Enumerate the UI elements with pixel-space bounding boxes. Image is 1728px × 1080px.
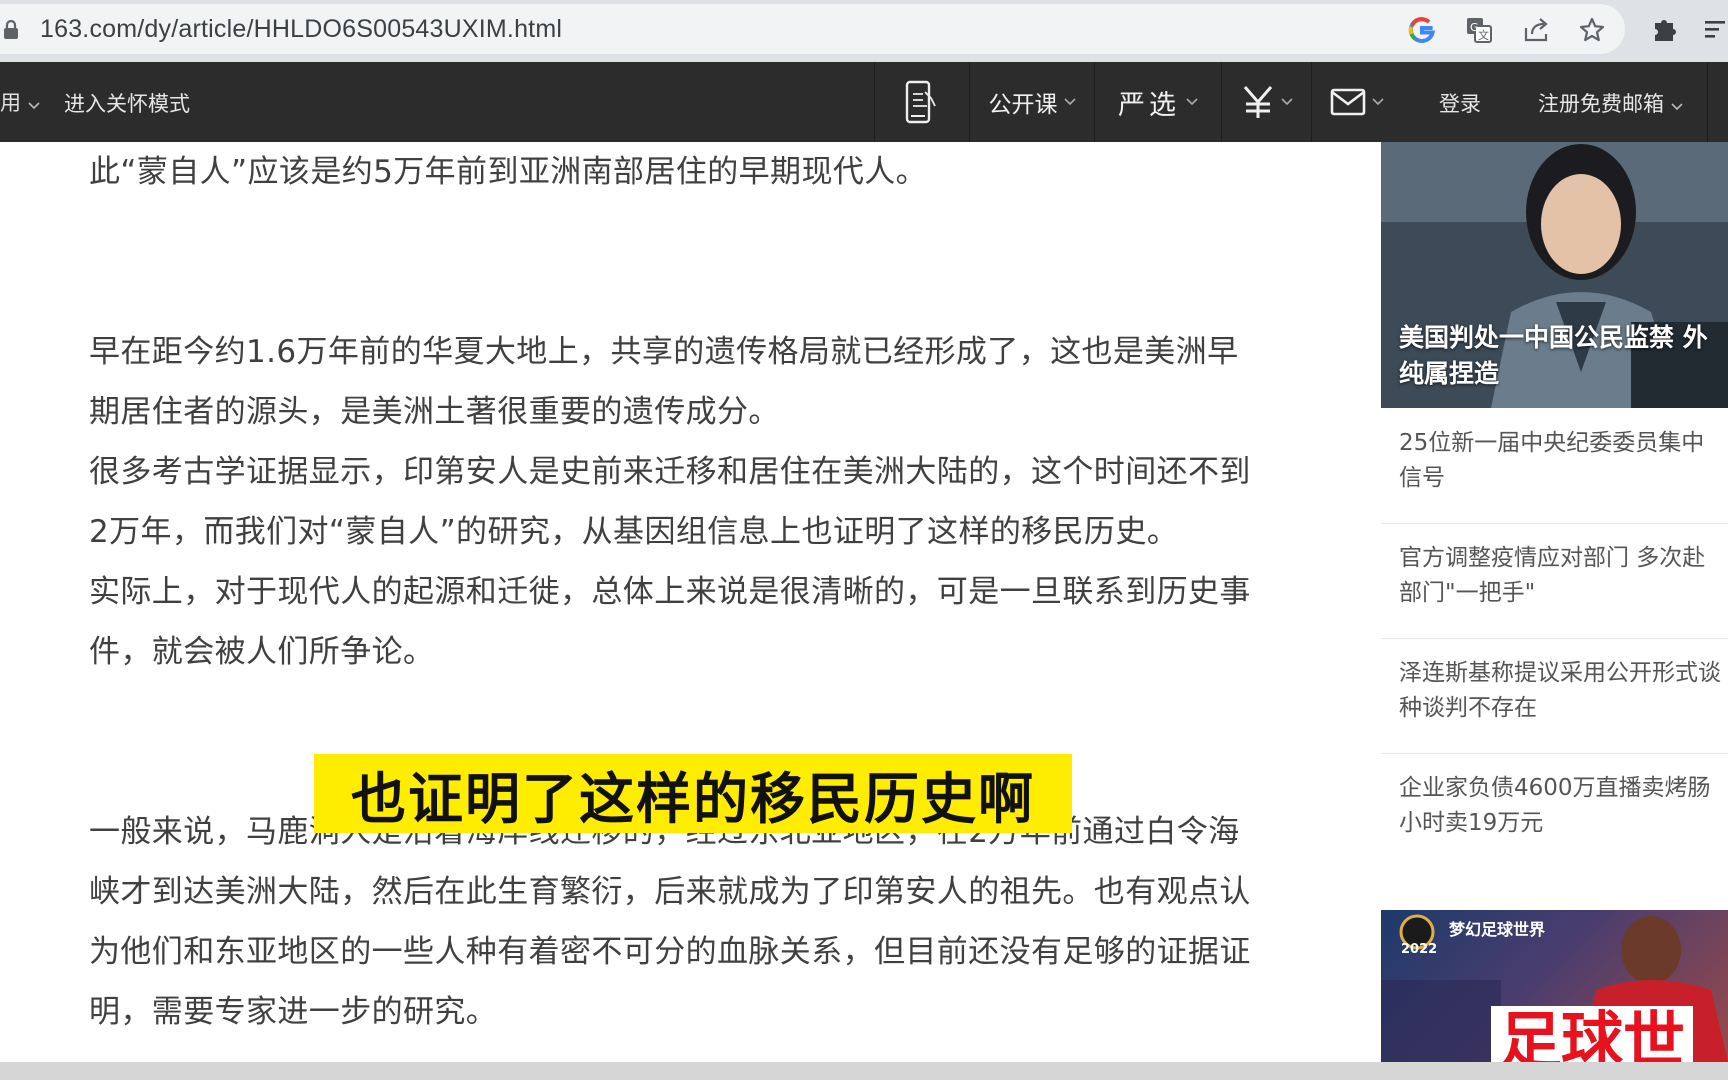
yanxuan-label: 严选 bbox=[1118, 89, 1180, 121]
extensions-puzzle-icon[interactable] bbox=[1648, 12, 1682, 46]
news-item-title: 企业家负债4600万直播卖烤肠 bbox=[1399, 775, 1711, 801]
article-line: 明，需要专家进一步的研究。 bbox=[89, 994, 498, 1030]
register-mail-link[interactable]: 注册免费邮箱 bbox=[1538, 88, 1683, 118]
video-subtitle: 也证明了这样的移民历史啊 bbox=[314, 754, 1072, 833]
browser-toolbar: 163.com/dy/article/HHLDO6S00543UXIM.html… bbox=[0, 0, 1728, 62]
yanxuan-menu[interactable]: 严选 bbox=[1094, 62, 1221, 142]
ad-headline: 足球世 bbox=[1491, 1006, 1694, 1062]
chevron-down-icon bbox=[1280, 98, 1293, 106]
address-bar[interactable]: 163.com/dy/article/HHLDO6S00543UXIM.html… bbox=[0, 4, 1625, 54]
care-mode-link[interactable]: 进入关怀模式 bbox=[64, 88, 190, 118]
mail-menu[interactable] bbox=[1311, 62, 1401, 142]
mail-icon bbox=[1330, 88, 1365, 116]
news-sidebar: 美国判处一中国公民监禁 外 纯属捏造 25位新一届中央纪委委员集中 信号 官方调… bbox=[1381, 142, 1728, 1062]
hero-title-line: 纯属捏造 bbox=[1399, 359, 1500, 388]
chevron-down-icon bbox=[1186, 98, 1198, 106]
ad-badge: 2022 bbox=[1401, 942, 1438, 957]
nav-item-partial[interactable]: 用 bbox=[0, 87, 40, 117]
mobile-app-button[interactable] bbox=[874, 62, 969, 142]
login-link[interactable]: 登录 bbox=[1439, 88, 1481, 118]
news-item-title: 种谈判不存在 bbox=[1399, 695, 1537, 721]
news-item-title: 信号 bbox=[1399, 465, 1445, 491]
chevron-down-icon bbox=[28, 102, 40, 110]
register-mail-label: 注册免费邮箱 bbox=[1538, 92, 1664, 116]
hero-news-title: 美国判处一中国公民监禁 外 纯属捏造 bbox=[1399, 320, 1728, 392]
article-line: 为他们和东亚地区的一些人种有着密不可分的血脉关系，但目前还没有足够的证据证 bbox=[89, 934, 1251, 970]
svg-text:文: 文 bbox=[1478, 28, 1489, 42]
news-item-title: 25位新一届中央纪委委员集中 bbox=[1399, 430, 1705, 456]
url-text[interactable]: 163.com/dy/article/HHLDO6S00543UXIM.html bbox=[40, 15, 562, 44]
reading-list-icon[interactable] bbox=[1700, 12, 1728, 46]
ad-title: 梦幻足球世界 bbox=[1449, 920, 1546, 939]
game-ad-banner[interactable]: 梦幻足球世界 2022 足球世 bbox=[1381, 910, 1728, 1062]
yen-icon bbox=[1243, 86, 1272, 118]
news-item-title: 小时卖19万元 bbox=[1399, 810, 1544, 836]
bookmark-star-icon[interactable] bbox=[1575, 13, 1609, 47]
news-item-title: 官方调整疫情应对部门 多次赴 bbox=[1399, 545, 1706, 571]
news-item-title: 部门"一把手" bbox=[1399, 580, 1536, 606]
article-line: 峡才到达美洲大陆，然后在此生育繁衍，后来就成为了印第安人的祖先。也有观点认 bbox=[89, 874, 1251, 910]
site-top-nav: 用 进入关怀模式 公开课 严选 登录 注册免费邮箱 bbox=[0, 62, 1728, 142]
news-list-item[interactable]: 25位新一届中央纪委委员集中 信号 bbox=[1381, 408, 1728, 524]
share-icon[interactable] bbox=[1519, 13, 1553, 47]
translate-icon[interactable]: G 文 bbox=[1462, 13, 1496, 47]
google-lens-icon[interactable] bbox=[1405, 13, 1439, 47]
article-line: 件，就会被人们所争论。 bbox=[89, 634, 435, 670]
article-line: 此“蒙自人”应该是约5万年前到亚洲南部居住的早期现代人。 bbox=[89, 154, 928, 190]
news-item-title: 泽连斯基称提议采用公开形式谈 bbox=[1399, 660, 1721, 686]
article-line: 早在距今约1.6万年前的华夏大地上，共享的遗传格局就已经形成了，这也是美洲早 bbox=[89, 334, 1239, 370]
open-course-menu[interactable]: 公开课 bbox=[969, 62, 1094, 142]
mobile-phone-icon bbox=[905, 80, 936, 124]
news-list-item[interactable]: 官方调整疫情应对部门 多次赴 部门"一把手" bbox=[1381, 523, 1728, 639]
hero-news-card[interactable]: 美国判处一中国公民监禁 外 纯属捏造 bbox=[1381, 142, 1728, 408]
article-line: 实际上，对于现代人的起源和迁徙，总体上来说是很清晰的，可是一旦联系到历史事 bbox=[89, 574, 1251, 610]
news-list-item[interactable]: 泽连斯基称提议采用公开形式谈 种谈判不存在 bbox=[1381, 638, 1728, 754]
chevron-down-icon bbox=[1671, 103, 1683, 111]
horizontal-scrollbar[interactable] bbox=[0, 1062, 1728, 1080]
lock-icon[interactable] bbox=[2, 20, 20, 40]
chevron-down-icon bbox=[1371, 98, 1384, 106]
payment-menu[interactable] bbox=[1221, 62, 1311, 142]
open-course-label: 公开课 bbox=[988, 92, 1058, 118]
news-list-item[interactable]: 企业家负债4600万直播卖烤肠 小时卖19万元 bbox=[1381, 753, 1728, 868]
article-line: 很多考古学证据显示，印第安人是史前来迁移和居住在美洲大陆的，这个时间还不到 bbox=[89, 454, 1251, 490]
nav-item-partial-label: 用 bbox=[0, 91, 21, 115]
article-line: 2万年，而我们对“蒙自人”的研究，从基因组信息上也证明了这样的移民历史。 bbox=[89, 514, 1179, 550]
hero-title-line: 美国判处一中国公民监禁 外 bbox=[1399, 323, 1708, 352]
chevron-down-icon bbox=[1063, 98, 1076, 106]
article-line: 期居住者的源头，是美洲土著很重要的遗传成分。 bbox=[89, 394, 780, 430]
